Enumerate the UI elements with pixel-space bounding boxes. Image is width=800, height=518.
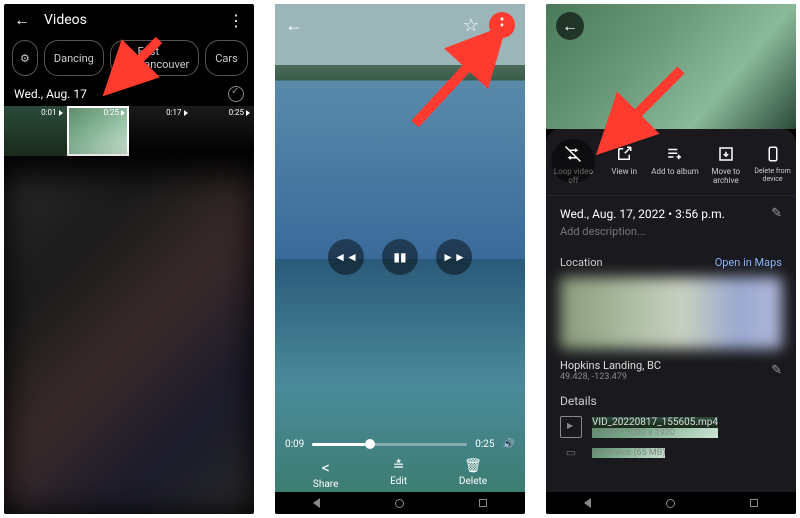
location-header-row: Location Open in Maps bbox=[546, 248, 796, 273]
info-panel: Loop video off View in Add to album Move… bbox=[546, 129, 796, 492]
chip-east-vancouver[interactable]: 📍East Vancouver bbox=[110, 40, 199, 76]
loop-video-off-button[interactable]: Loop video off bbox=[549, 145, 597, 185]
video-thumbnail[interactable]: 0:17 bbox=[129, 106, 192, 156]
nav-recent-icon[interactable] bbox=[750, 499, 758, 507]
screen-videos-list: ← Videos ⋮ ⚙ Dancing 📍East Vancouver Car… bbox=[4, 4, 254, 514]
open-external-icon bbox=[615, 145, 633, 163]
filter-chip-row: ⚙ Dancing 📍East Vancouver Cars bbox=[4, 36, 254, 84]
video-thumbnail[interactable]: 0:01 bbox=[4, 106, 67, 156]
select-all-icon[interactable] bbox=[228, 86, 244, 102]
phone-icon: ▭ bbox=[560, 446, 582, 459]
scrubber-row: 0:09 0:25 🔊 bbox=[285, 439, 515, 450]
share-icon: < bbox=[322, 458, 330, 477]
forward-button[interactable]: ►► bbox=[436, 239, 472, 275]
edit-datetime-icon[interactable]: ✎ bbox=[771, 206, 782, 221]
coordinates: 49.428, -123.479 bbox=[560, 372, 661, 382]
add-to-album-button[interactable]: Add to album bbox=[651, 145, 699, 185]
nav-back-icon[interactable] bbox=[584, 498, 591, 508]
player-top-bar: ← ☆ ⋮ bbox=[275, 4, 525, 46]
video-file-icon bbox=[560, 416, 582, 438]
blurred-content bbox=[4, 174, 254, 514]
elapsed-time: 0:09 bbox=[285, 439, 304, 450]
datetime-block: Wed., Aug. 17, 2022 • 3:56 p.m. ✎ Add de… bbox=[546, 196, 796, 248]
on-device-row: ▭ On device (65 MB) bbox=[546, 442, 796, 463]
header: ← Videos ⋮ bbox=[4, 4, 254, 36]
back-arrow-icon[interactable]: ← bbox=[14, 10, 30, 30]
filter-icon-chip[interactable]: ⚙ bbox=[12, 40, 38, 76]
delete-device-icon bbox=[764, 145, 782, 163]
delete-from-device-button[interactable]: Delete from device bbox=[753, 145, 793, 185]
place-name: Hopkins Landing, BC bbox=[560, 359, 661, 372]
nav-home-icon[interactable] bbox=[666, 499, 675, 508]
view-in-button[interactable]: View in bbox=[600, 145, 648, 185]
nav-back-icon[interactable] bbox=[313, 498, 320, 508]
location-pin-icon: 📍 bbox=[120, 52, 134, 65]
datetime-text: Wed., Aug. 17, 2022 • 3:56 p.m. bbox=[560, 207, 725, 221]
filename: VID_20220817_155605.mp4 bbox=[592, 417, 718, 428]
on-device-text: On device (65 MB) bbox=[592, 448, 665, 458]
back-circle-button[interactable]: ← bbox=[556, 12, 584, 40]
location-label: Location bbox=[560, 256, 603, 269]
video-thumbnail[interactable]: 0:25 bbox=[192, 106, 255, 156]
location-text-row: Hopkins Landing, BC 49.428, -123.479 ✎ bbox=[546, 353, 796, 384]
edit-location-icon[interactable]: ✎ bbox=[771, 363, 782, 378]
back-arrow-icon[interactable]: ← bbox=[285, 15, 303, 36]
file-detail-row: VID_20220817_155605.mp4 2.1MP • 1080 x 1… bbox=[546, 412, 796, 442]
total-time: 0:25 bbox=[475, 439, 494, 450]
nav-home-icon[interactable] bbox=[395, 499, 404, 508]
date-header: Wed., Aug. 17 bbox=[14, 87, 87, 101]
map-thumbnail[interactable] bbox=[560, 277, 782, 349]
more-vert-icon[interactable]: ⋮ bbox=[228, 11, 244, 30]
trash-icon: 🗑 bbox=[464, 458, 482, 474]
bottom-action-bar: <Share ≛Edit 🗑Delete bbox=[275, 458, 525, 490]
move-to-archive-button[interactable]: Move to archive bbox=[702, 145, 750, 185]
volume-icon[interactable]: 🔊 bbox=[503, 439, 515, 450]
loop-off-icon bbox=[564, 145, 582, 163]
edit-sliders-icon: ≛ bbox=[393, 458, 405, 474]
details-label: Details bbox=[546, 384, 796, 412]
android-nav-bar bbox=[546, 492, 796, 514]
filter-icon: ⚙ bbox=[20, 52, 30, 65]
star-outline-icon[interactable]: ☆ bbox=[463, 15, 479, 36]
edit-button[interactable]: ≛Edit bbox=[390, 458, 407, 490]
archive-icon bbox=[717, 145, 735, 163]
date-header-row: Wed., Aug. 17 bbox=[4, 84, 254, 106]
screen-video-info: ← Loop video off View in Add to album Mo… bbox=[546, 4, 796, 514]
delete-button[interactable]: 🗑Delete bbox=[459, 458, 487, 490]
playback-controls: ◄◄ ▮▮ ►► bbox=[275, 239, 525, 275]
page-title: Videos bbox=[44, 12, 87, 28]
chip-dancing[interactable]: Dancing bbox=[44, 40, 104, 76]
chip-cars[interactable]: Cars bbox=[205, 40, 248, 76]
add-description-field[interactable]: Add description... bbox=[560, 225, 782, 238]
screen-video-player: ← ☆ ⋮ ◄◄ ▮▮ ►► 0:09 0:25 🔊 <Share ≛Edit … bbox=[275, 4, 525, 514]
pause-button[interactable]: ▮▮ bbox=[382, 239, 418, 275]
share-button[interactable]: <Share bbox=[313, 458, 338, 490]
open-in-maps-link[interactable]: Open in Maps bbox=[715, 256, 782, 269]
file-meta: 2.1MP • 1080 x 1920 bbox=[592, 428, 718, 438]
android-nav-bar bbox=[275, 492, 525, 514]
video-thumbnail-selected[interactable]: 0:25 bbox=[67, 106, 130, 156]
nav-recent-icon[interactable] bbox=[479, 499, 487, 507]
rewind-button[interactable]: ◄◄ bbox=[328, 239, 364, 275]
scrubber[interactable] bbox=[312, 443, 467, 446]
more-vert-icon[interactable]: ⋮ bbox=[489, 12, 515, 38]
playlist-add-icon bbox=[666, 145, 684, 163]
action-row: Loop video off View in Add to album Move… bbox=[546, 139, 796, 196]
thumbnail-row: 0:01 0:25 0:17 0:25 bbox=[4, 106, 254, 156]
